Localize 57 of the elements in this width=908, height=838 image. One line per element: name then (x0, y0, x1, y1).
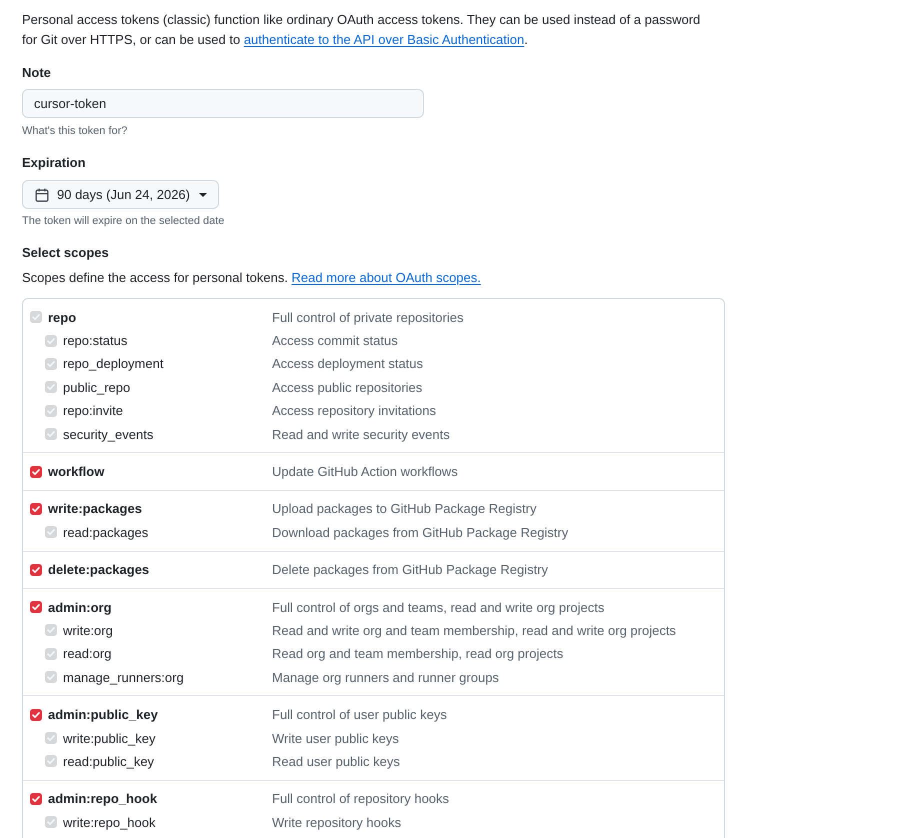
caret-icon (198, 192, 207, 196)
scope-name: admin:org (48, 600, 112, 615)
scope-name: admin:repo_hook (48, 791, 158, 806)
scope-checkbox[interactable] (30, 792, 42, 805)
scope-checkbox[interactable] (30, 466, 42, 478)
intro-text: Personal access tokens (classic) function like ordinary OAuth access tokens. They can be used instead of a password for Git over HTTPS, or can be used to authenticate to the API over Basic Authentication. (22, 11, 702, 49)
basic-auth-link[interactable]: authenticate to the API over Basic Authentication (244, 32, 524, 47)
scope-description: Update GitHub Action workflows (272, 464, 458, 480)
scope-name: public_repo (63, 380, 130, 395)
scope-checkbox[interactable] (30, 601, 42, 614)
scope-name: repo (48, 310, 76, 325)
scope-description: Write user public keys (272, 730, 399, 746)
scope-checkbox[interactable] (30, 502, 42, 515)
scope-name: write:repo_hook (63, 814, 156, 830)
scope-name: repo_deployment (63, 356, 164, 372)
field-hint: What's this token for? (22, 124, 128, 139)
scope-description: Download packages from GitHub Package Registry (272, 524, 568, 540)
scope-name: read:org (63, 646, 112, 662)
field-label: Expiration (22, 154, 87, 172)
oauth-scopes-link[interactable]: Read more about OAuth scopes. (292, 270, 481, 285)
scope-description: Upload packages to GitHub Package Registry (272, 501, 536, 516)
scope-name: manage_runners:org (63, 670, 184, 685)
scope-description: Manage org runners and runner groups (272, 670, 499, 685)
scope-name: write:org (63, 622, 113, 638)
scope-name: read:packages (63, 524, 148, 540)
calendar-icon (35, 188, 49, 202)
scope-name: security_events (63, 426, 154, 442)
scope-description: Full control of user public keys (272, 707, 447, 722)
scope-name: workflow (48, 464, 104, 480)
scope-name: write:public_key (63, 730, 156, 746)
scope-description: Read org and team membership, read org projects (272, 646, 564, 662)
scope-name: admin:public_key (48, 707, 158, 722)
scope-name: delete:packages (48, 562, 150, 578)
scope-description: Read and write org and team membership, read and write org projects (272, 622, 676, 638)
scope-description: Access repository invitations (272, 403, 436, 418)
note-input[interactable]: cursor-token (22, 89, 424, 118)
field-hint: The token will expire on the selected date (22, 214, 226, 229)
scope-checkbox[interactable] (30, 564, 42, 576)
scope-name: read:public_key (63, 754, 154, 769)
scope-description: Access commit status (272, 333, 398, 348)
section-heading: Select scopes (22, 244, 110, 262)
scope-name: repo:invite (63, 403, 123, 418)
scope-checkbox[interactable] (30, 708, 42, 721)
scope-description: Read and write security events (272, 426, 450, 442)
scope-name: write:packages (48, 501, 142, 516)
scope-description: Delete packages from GitHub Package Registry (272, 562, 548, 578)
scopes-description: Scopes define the access for personal tokens. Read more about OAuth scopes. (22, 269, 482, 287)
field-label: Note (22, 64, 52, 82)
scope-description: Read user public keys (272, 754, 400, 769)
scope-description: Write repository hooks (272, 814, 402, 830)
scope-description: Full control of private repositories (272, 310, 464, 325)
scope-name: repo:status (63, 333, 128, 348)
scope-description: Access deployment status (272, 356, 424, 372)
scope-description: Access public repositories (272, 380, 422, 395)
scope-description: Full control of repository hooks (272, 791, 450, 806)
scope-description: Full control of orgs and teams, read and write org projects (272, 600, 604, 615)
expiration-dropdown[interactable]: 90 days (Jun 24, 2026) (22, 180, 219, 209)
